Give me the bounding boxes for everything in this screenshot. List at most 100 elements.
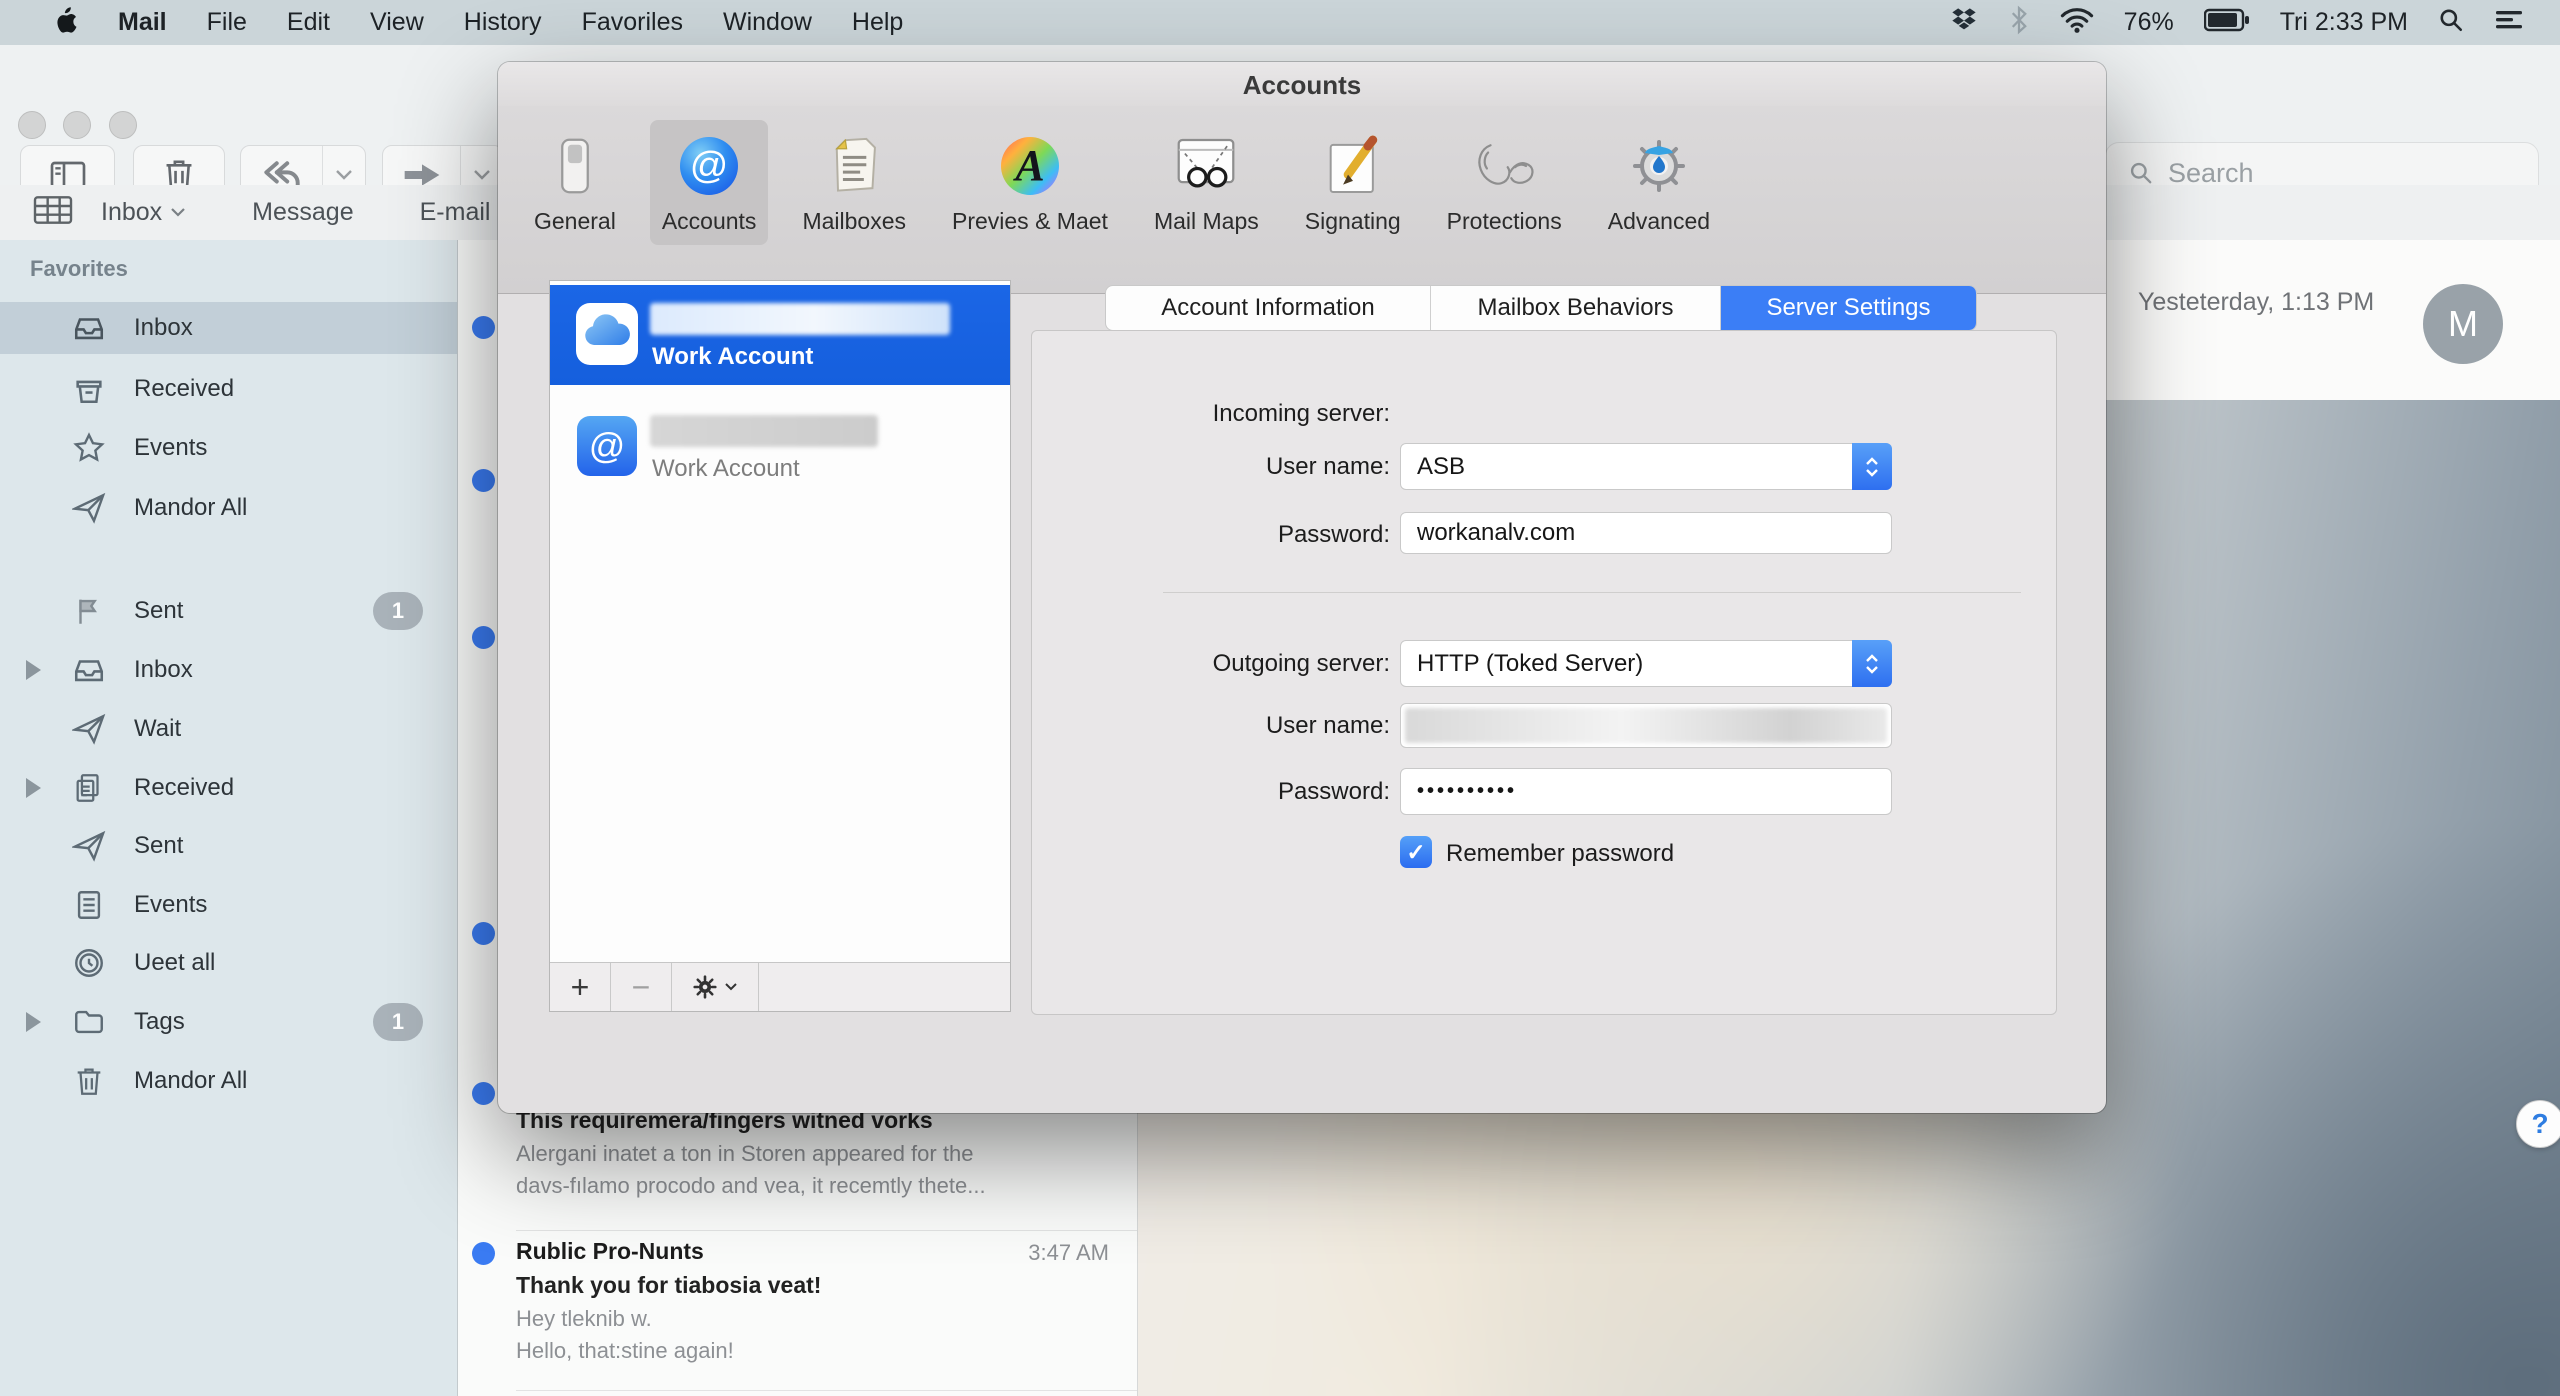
notification-center-icon[interactable]: [2494, 8, 2524, 37]
account-row[interactable]: @ Work Account: [550, 397, 1010, 497]
menu-item-help[interactable]: Help: [852, 8, 903, 37]
prefs-tab-advanced[interactable]: Advanced: [1596, 120, 1722, 245]
menu-item-favorites[interactable]: Favoriles: [582, 8, 683, 37]
prefs-tab-previews[interactable]: A Previes & Maet: [940, 120, 1120, 245]
sidebar-item-received-2[interactable]: Received: [0, 762, 457, 814]
stepper-icon[interactable]: [1852, 640, 1892, 687]
flag-icon: [72, 594, 106, 628]
outgoing-password-field[interactable]: ••••••••••: [1400, 768, 1892, 815]
mailbox-sidebar: Favorites Inbox Received Events Mandor A…: [0, 240, 458, 1396]
message-preview: Hello, that:stine again!: [516, 1338, 734, 1364]
menu-clock[interactable]: Tri 2:33 PM: [2280, 8, 2408, 37]
menu-item-mail[interactable]: Mail: [118, 8, 167, 37]
chevron-down-icon: [724, 982, 738, 992]
chevron-down-icon: [170, 207, 186, 218]
sidebar-item-events-2[interactable]: Events: [0, 879, 457, 931]
redacted-username-value: [1405, 708, 1887, 743]
menu-item-window[interactable]: Window: [723, 8, 812, 37]
grid-icon[interactable]: [33, 195, 73, 230]
sidebar-item-wait[interactable]: Wait: [0, 703, 457, 755]
unread-dot: [472, 316, 495, 339]
incoming-server-label: Incoming server:: [1060, 400, 1390, 428]
prefs-tab-mailboxes[interactable]: Mailboxes: [790, 120, 918, 245]
bluetooth-icon[interactable]: [2008, 5, 2030, 40]
remember-password-label: Remember password: [1446, 840, 1674, 868]
disclosure-triangle-icon[interactable]: [26, 1012, 41, 1032]
outgoing-password-label: Password:: [1060, 778, 1390, 806]
inbox-icon: [72, 653, 106, 687]
sidebar-item-inbox[interactable]: Inbox: [0, 302, 457, 354]
prefs-tab-signating[interactable]: Signating: [1293, 120, 1413, 245]
remove-account-button[interactable]: −: [611, 963, 672, 1011]
prefs-title-bar[interactable]: Accounts: [498, 62, 2106, 106]
wifi-icon[interactable]: [2060, 7, 2094, 38]
tab-mailbox-behaviors[interactable]: Mailbox Behaviors: [1431, 286, 1721, 330]
menu-item-view[interactable]: View: [370, 8, 424, 37]
prefs-tab-accounts[interactable]: @ Accounts: [650, 120, 769, 245]
stepper-icon[interactable]: [1852, 443, 1892, 490]
search-placeholder: Search: [2168, 158, 2254, 189]
apple-menu-icon[interactable]: [52, 5, 78, 40]
prefs-tab-mail-maps[interactable]: Mail Maps: [1142, 120, 1271, 245]
menu-item-history[interactable]: History: [464, 8, 542, 37]
incoming-password-field[interactable]: workanalv.com: [1400, 512, 1892, 554]
message-date: Yesteterday, 1:13 PM: [2138, 288, 2374, 317]
message-preview: davs-fılamo procodo and vea, it recemtly…: [516, 1173, 986, 1199]
prefs-tab-protections[interactable]: Protections: [1435, 120, 1574, 245]
battery-percent: 76%: [2124, 8, 2174, 37]
account-row-selected[interactable]: Work Account: [550, 285, 1010, 385]
unread-dot: [472, 1242, 495, 1265]
tab-account-information[interactable]: Account Information: [1106, 286, 1431, 330]
account-actions-menu[interactable]: [672, 963, 759, 1011]
favorites-bar-message[interactable]: Message: [252, 198, 353, 227]
svg-text:@: @: [690, 145, 729, 187]
sidebar-item-sent[interactable]: Sent 1: [0, 585, 457, 637]
message-row[interactable]: Rublic Pro-Nunts 3:47 AM Thank you for t…: [458, 1230, 1137, 1390]
sidebar-item-mandor-all[interactable]: Mandor All: [0, 482, 457, 534]
favorites-bar-email[interactable]: E-mail: [420, 198, 491, 227]
window-zoom-button[interactable]: [109, 111, 137, 139]
menu-item-file[interactable]: File: [207, 8, 247, 37]
sidebar-item-mandor-all-2[interactable]: Mandor All: [0, 1055, 457, 1107]
document-icon: [72, 888, 106, 922]
unread-dot: [472, 626, 495, 649]
at-account-icon: @: [576, 415, 638, 477]
sidebar-item-sent-2[interactable]: Sent: [0, 820, 457, 872]
account-actions-spacer: [759, 963, 1010, 1011]
outgoing-username-field[interactable]: [1400, 703, 1892, 748]
sidebar-item-inbox-2[interactable]: Inbox: [0, 644, 457, 696]
window-close-button[interactable]: [18, 111, 46, 139]
window-minimize-button[interactable]: [63, 111, 91, 139]
menu-item-edit[interactable]: Edit: [287, 8, 330, 37]
unread-dot: [472, 1082, 495, 1105]
inbox-icon: [72, 311, 106, 345]
sidebar-item-tags[interactable]: Tags 1: [0, 996, 457, 1048]
gear-icon: [692, 974, 718, 1000]
documents-icon: [72, 771, 106, 805]
prefs-toolbar: General @ Accounts Mailboxes A Previes &…: [498, 106, 2106, 294]
help-button[interactable]: ?: [2516, 1100, 2560, 1148]
dropbox-icon[interactable]: [1950, 7, 1978, 38]
message-sender: Rublic Pro-Nunts: [516, 1238, 704, 1265]
add-account-button[interactable]: +: [550, 963, 611, 1011]
prefs-tab-general[interactable]: General: [522, 120, 628, 245]
incoming-username-field[interactable]: ASB: [1400, 443, 1892, 490]
account-subtitle: Work Account: [652, 343, 813, 371]
form-divider: [1163, 592, 2021, 593]
paper-plane-icon: [72, 712, 106, 746]
disclosure-triangle-icon[interactable]: [26, 660, 41, 680]
trash-icon: [72, 1064, 106, 1098]
tab-server-settings[interactable]: Server Settings: [1721, 286, 1976, 330]
sidebar-item-received[interactable]: Received: [0, 363, 457, 415]
prefs-window-title: Accounts: [498, 70, 2106, 101]
favorites-bar-inbox[interactable]: Inbox: [101, 198, 186, 227]
battery-icon[interactable]: [2204, 8, 2250, 37]
outgoing-server-select[interactable]: HTTP (Toked Server): [1400, 640, 1892, 687]
spotlight-search-icon[interactable]: [2438, 7, 2464, 38]
clock-icon: [72, 946, 106, 980]
remember-password-checkbox[interactable]: ✓: [1400, 836, 1432, 868]
message-row[interactable]: This requiremera/fingers witned vorks Al…: [458, 1095, 1137, 1230]
sidebar-item-ueet-all[interactable]: Ueet all: [0, 937, 457, 989]
disclosure-triangle-icon[interactable]: [26, 778, 41, 798]
sidebar-item-events[interactable]: Events: [0, 422, 457, 474]
